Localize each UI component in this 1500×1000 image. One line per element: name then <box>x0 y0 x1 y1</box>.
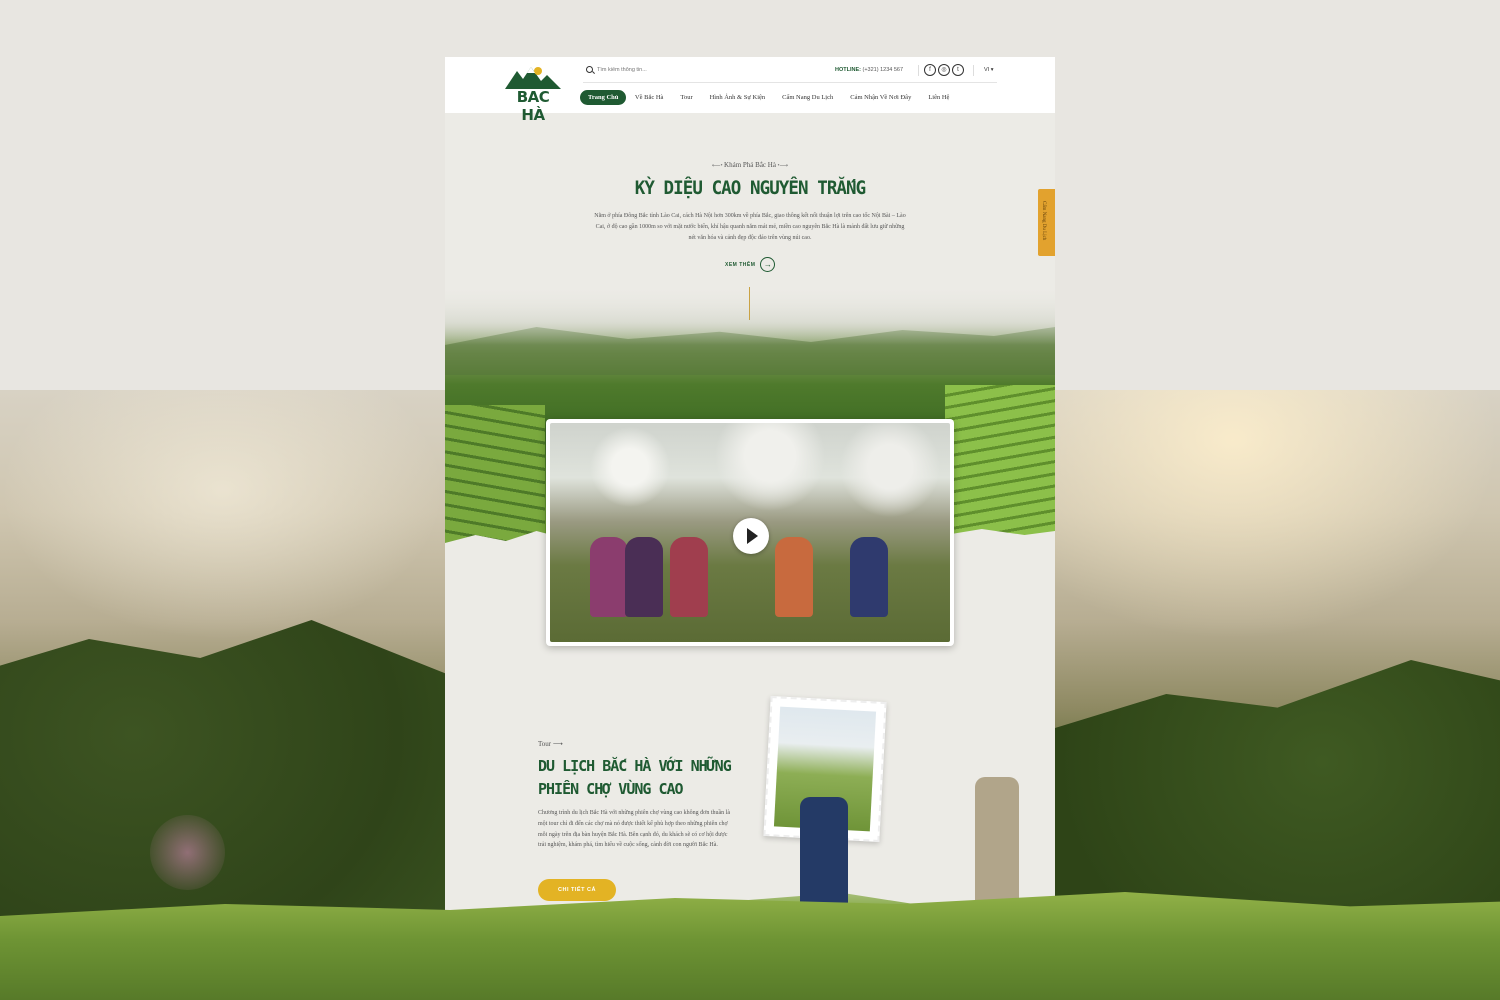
site-header: BAC HÀ HOTLINE: (+321) 1234 567 f ◎ t VI… <box>445 57 1055 124</box>
logo-text: BAC HÀ <box>516 88 550 124</box>
main-nav: Trang Chủ Về Bắc Hà Tour Hình Ảnh & Sự K… <box>580 90 958 105</box>
hotline[interactable]: HOTLINE: (+321) 1234 567 <box>835 67 903 73</box>
tour-kicker-text: Tour <box>538 740 552 748</box>
divider <box>918 65 919 76</box>
sky-haze <box>1055 390 1500 640</box>
child-figure <box>590 537 628 617</box>
blossom-trees <box>550 423 950 533</box>
nav-item-about[interactable]: Về Bắc Hà <box>626 94 672 101</box>
language-select[interactable]: VI ▾ <box>984 67 994 73</box>
hotline-number: (+321) 1234 567 <box>862 67 904 73</box>
arrow-right-icon: → <box>760 257 776 272</box>
nav-item-home[interactable]: Trang Chủ <box>580 90 627 105</box>
child-figure <box>625 537 663 617</box>
arrow-icon: ⟶ <box>551 740 563 748</box>
divider <box>583 82 997 83</box>
logo[interactable]: BAC HÀ <box>503 65 563 124</box>
mist <box>445 285 1055 345</box>
nav-item-tour[interactable]: Tour <box>672 94 701 101</box>
nav-item-gallery[interactable]: Hình Ảnh & Sự Kiện <box>701 94 774 101</box>
search-bar[interactable] <box>586 66 717 73</box>
nav-item-contact[interactable]: Liên Hệ <box>920 94 958 101</box>
sky-haze <box>0 390 445 640</box>
search-icon[interactable] <box>586 66 593 73</box>
tour-detail-button[interactable]: CHI TIẾT CÁ <box>538 879 616 901</box>
hero-kicker-text: Khám Phá Bắc Hà <box>724 161 776 169</box>
nav-item-guide[interactable]: Cẩm Nang Du Lịch <box>774 94 842 101</box>
read-more-label: XEM THÊM <box>725 261 756 268</box>
hotline-label: HOTLINE: <box>835 67 861 73</box>
twitter-icon[interactable]: t <box>952 64 964 76</box>
tour-description: Chương trình du lịch Bắc Hà với những ph… <box>538 810 730 849</box>
instagram-icon[interactable]: ◎ <box>938 64 950 76</box>
child-figure <box>850 537 888 617</box>
social-links: f ◎ t <box>924 64 964 76</box>
video-player[interactable] <box>546 419 954 646</box>
tour-title: DU LỊCH BẮC HÀ VỚI NHỮNG PHIÊN CHỢ VÙNG … <box>538 757 732 798</box>
lens-flare <box>150 815 225 890</box>
read-more-link[interactable]: XEM THÊM → <box>725 257 776 272</box>
divider <box>973 65 974 76</box>
tour-kicker: Tour ⟶ <box>538 740 563 748</box>
nav-item-reviews[interactable]: Cảm Nhận Về Nơi Đây <box>842 94 920 101</box>
mountain-logo-icon <box>505 67 561 89</box>
child-figure <box>775 537 813 617</box>
hero-title: KỲ DIỆU CAO NGUYÊN TRẮNG <box>634 177 866 199</box>
child-figure <box>670 537 708 617</box>
side-tab-label: Cẩm Nang Du Lịch <box>1041 201 1046 241</box>
search-input[interactable] <box>597 66 717 73</box>
chevron-down-icon: ▾ <box>989 67 994 73</box>
hero-description: Nằm ở phía Đông Bắc tỉnh Lào Cai, cách H… <box>594 213 906 241</box>
decorative-line <box>749 287 750 320</box>
arrow-icon: ⟵• <box>711 163 725 169</box>
arrow-icon: •⟶ <box>775 163 789 169</box>
play-button[interactable] <box>733 518 769 554</box>
video-thumbnail <box>550 423 950 642</box>
rice-terrace <box>445 405 545 545</box>
facebook-icon[interactable]: f <box>924 64 936 76</box>
hero-kicker: ⟵• Khám Phá Bắc Hà •⟶ <box>445 161 1055 169</box>
side-tab-guide[interactable]: Cẩm Nang Du Lịch <box>1038 189 1055 256</box>
rice-terrace <box>945 385 1055 535</box>
website-page: BAC HÀ HOTLINE: (+321) 1234 567 f ◎ t VI… <box>445 57 1055 1000</box>
